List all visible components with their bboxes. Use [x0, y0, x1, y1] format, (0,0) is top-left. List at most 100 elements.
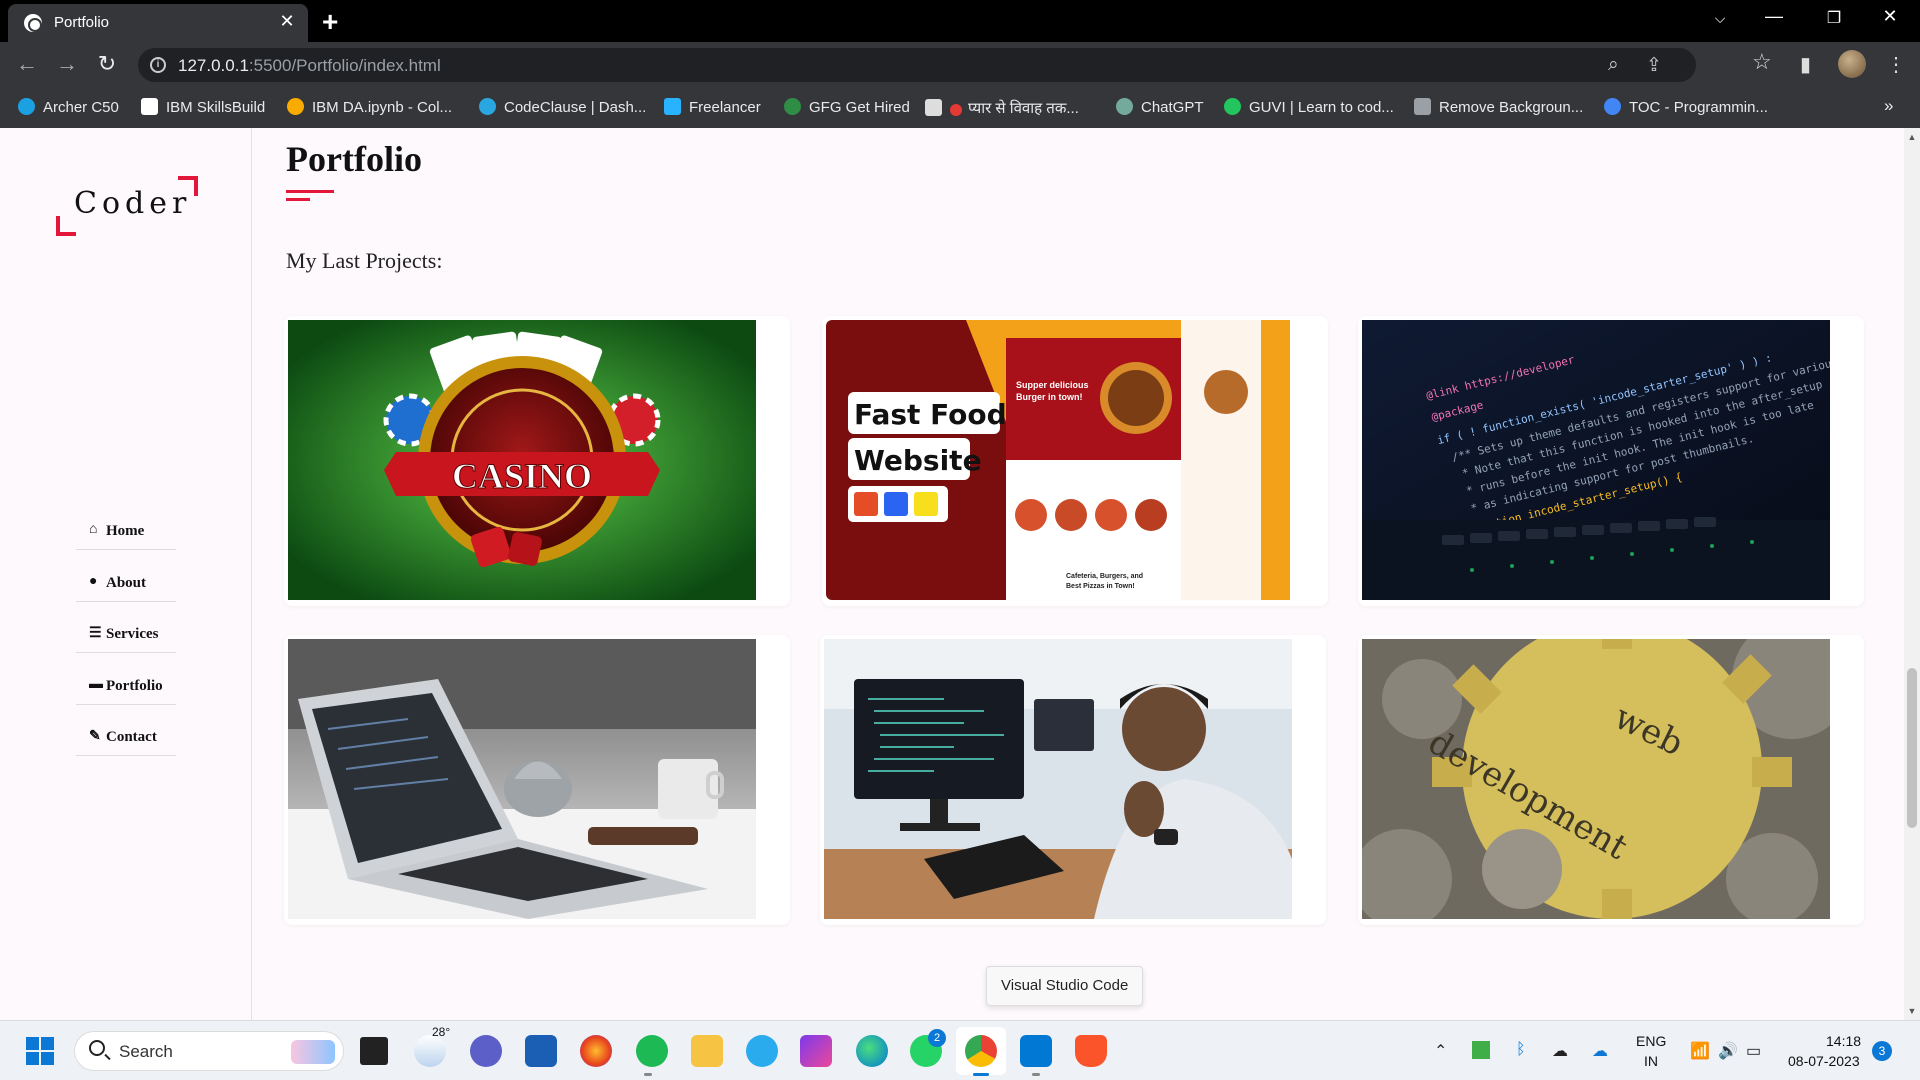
- bluetooth-icon[interactable]: ᛒ: [1516, 1041, 1526, 1059]
- project-image-casino: CASINO: [288, 320, 756, 600]
- onedrive-icon[interactable]: ☁: [1592, 1041, 1608, 1061]
- browser-tab[interactable]: Portfolio ✕: [8, 4, 308, 42]
- brave-icon[interactable]: [1075, 1035, 1107, 1067]
- bookmark-item[interactable]: ChatGPT: [1116, 98, 1204, 116]
- nav-label: Contact: [106, 729, 157, 745]
- scroll-down-icon[interactable]: ▼: [1904, 1006, 1920, 1016]
- bookmark-favicon-icon: [1414, 98, 1431, 115]
- telegram-icon[interactable]: [746, 1035, 778, 1067]
- language-indicator[interactable]: ENG: [1636, 1033, 1666, 1049]
- project-image-web-development: web development: [1362, 639, 1830, 919]
- restore-icon[interactable]: ❐: [1814, 8, 1854, 28]
- wifi-icon[interactable]: 📶: [1690, 1041, 1710, 1061]
- project-card-casino[interactable]: CASINO: [284, 316, 790, 606]
- teams-icon[interactable]: [470, 1035, 502, 1067]
- app-running-indicator: [1032, 1073, 1040, 1076]
- sidebar: Coder ⌂ Home ● About ☰ Services ▬ Portfo…: [0, 128, 252, 1020]
- bookmark-item[interactable]: TOC - Programmin...: [1604, 98, 1768, 116]
- whatsapp-badge: 2: [928, 1029, 946, 1047]
- bookmark-item[interactable]: Remove Backgroun...: [1414, 98, 1583, 116]
- bookmark-favicon-icon: [479, 98, 496, 115]
- tab-title: Portfolio: [54, 14, 110, 31]
- clock-time[interactable]: 14:18: [1826, 1033, 1861, 1049]
- nav-item-home[interactable]: ⌂ Home: [76, 510, 176, 550]
- minimize-icon[interactable]: —: [1754, 6, 1794, 27]
- zoom-search-icon[interactable]: ⌕: [1608, 54, 1619, 76]
- task-view-icon[interactable]: [360, 1037, 388, 1065]
- bookmark-item[interactable]: GFG Get Hired: [784, 98, 910, 116]
- svg-text:Supper delicious: Supper delicious: [1016, 380, 1089, 390]
- bookmark-item[interactable]: CodeClause | Dash...: [479, 98, 646, 116]
- logo-corner: [56, 216, 76, 236]
- nav-item-about[interactable]: ● About: [76, 562, 176, 602]
- nav-item-portfolio[interactable]: ▬ Portfolio: [76, 665, 176, 705]
- project-card-developer[interactable]: [820, 635, 1326, 925]
- new-tab-icon[interactable]: +: [322, 6, 338, 38]
- bookmark-favicon-icon: [18, 98, 35, 115]
- project-card-laptop[interactable]: [284, 635, 790, 925]
- share-icon[interactable]: ⇪: [1646, 54, 1662, 77]
- url-text[interactable]: 127.0.0.1:5500/Portfolio/index.html: [178, 56, 441, 76]
- bookmark-item[interactable]: IBM DA.ipynb - Col...: [287, 98, 452, 116]
- clock-date[interactable]: 08-07-2023: [1788, 1053, 1860, 1069]
- project-card-fast-food[interactable]: Fast Food Website Supper delicious Burge…: [822, 316, 1328, 606]
- project-image-developer: [824, 639, 1292, 919]
- project-card-code-screen[interactable]: @link https://developer @package if ( ! …: [1358, 316, 1864, 606]
- bookmark-item[interactable]: Archer C50: [18, 98, 119, 116]
- tray-app-icon[interactable]: [1472, 1041, 1490, 1059]
- edge-icon[interactable]: [856, 1035, 888, 1067]
- logo[interactable]: Coder: [56, 176, 198, 236]
- windows-start-icon[interactable]: [26, 1037, 54, 1065]
- onedrive-personal-icon[interactable]: ☁: [1552, 1041, 1568, 1061]
- page-scrollbar[interactable]: ▲ ▼: [1904, 128, 1920, 1020]
- bookmark-favicon-icon: [141, 98, 158, 115]
- app-active-indicator: [973, 1073, 989, 1076]
- svg-text:Cafeteria, Burgers, and: Cafeteria, Burgers, and: [1066, 573, 1143, 580]
- forward-icon[interactable]: →: [52, 51, 82, 77]
- address-bar[interactable]: i 127.0.0.1:5500/Portfolio/index.html ⌕ …: [138, 48, 1696, 82]
- vscode-icon[interactable]: [1020, 1035, 1052, 1067]
- firefox-icon[interactable]: [580, 1035, 612, 1067]
- chrome-icon[interactable]: [965, 1035, 997, 1067]
- bookmark-favicon-icon: [664, 98, 681, 115]
- reload-icon[interactable]: ↻: [92, 51, 122, 77]
- bookmark-favicon-icon: [287, 98, 304, 115]
- site-info-icon[interactable]: i: [150, 57, 166, 73]
- close-tab-icon[interactable]: ✕: [276, 11, 298, 32]
- bookmark-item[interactable]: IBM SkillsBuild: [141, 98, 265, 116]
- taskbar-search-box[interactable]: Search: [74, 1031, 344, 1071]
- more-bookmarks-icon[interactable]: »: [1884, 96, 1893, 116]
- notification-badge[interactable]: 3: [1872, 1041, 1892, 1061]
- file-explorer-icon[interactable]: [691, 1035, 723, 1067]
- tab-search-chevron-icon[interactable]: ⌵: [1700, 10, 1740, 27]
- back-icon[interactable]: ←: [12, 51, 42, 77]
- window-close-icon[interactable]: ✕: [1870, 6, 1910, 27]
- microsoft-store-icon[interactable]: [525, 1035, 557, 1067]
- svg-text:Website: Website: [854, 444, 982, 477]
- battery-icon[interactable]: ▭: [1746, 1041, 1761, 1061]
- scrollbar-thumb[interactable]: [1907, 668, 1917, 828]
- volume-icon[interactable]: 🔊: [1718, 1041, 1738, 1061]
- nav-item-services[interactable]: ☰ Services: [76, 613, 176, 653]
- project-card-web-development[interactable]: web development: [1358, 635, 1864, 925]
- app-running-indicator: [644, 1073, 652, 1076]
- taskbar-tooltip: Visual Studio Code: [986, 966, 1144, 1006]
- bookmark-item[interactable]: Freelancer: [664, 98, 761, 116]
- weather-icon[interactable]: [414, 1035, 446, 1067]
- briefcase-icon: ▬: [89, 677, 103, 692]
- bookmark-star-icon[interactable]: ☆: [1752, 49, 1772, 75]
- menu-kebab-icon[interactable]: ⋮: [1886, 52, 1906, 77]
- page-title: Portfolio: [286, 139, 422, 179]
- browser-tab-bar: Portfolio ✕ + ⌵ — ❐ ✕: [0, 0, 1920, 42]
- bookmark-item[interactable]: प्यार से विवाह तक...: [925, 98, 1079, 118]
- bookmark-item[interactable]: GUVI | Learn to cod...: [1224, 98, 1394, 116]
- clipchamp-icon[interactable]: [800, 1035, 832, 1067]
- show-hidden-icons-chevron[interactable]: ⌃: [1434, 1041, 1447, 1061]
- side-panel-icon[interactable]: ▮: [1800, 52, 1811, 77]
- nav-item-contact[interactable]: ✎ Contact: [76, 716, 176, 756]
- search-highlight-icon: [291, 1040, 335, 1064]
- profile-avatar[interactable]: [1838, 50, 1866, 78]
- spotify-icon[interactable]: [636, 1035, 668, 1067]
- bookmark-favicon-icon: [784, 98, 801, 115]
- scroll-up-icon[interactable]: ▲: [1904, 132, 1920, 142]
